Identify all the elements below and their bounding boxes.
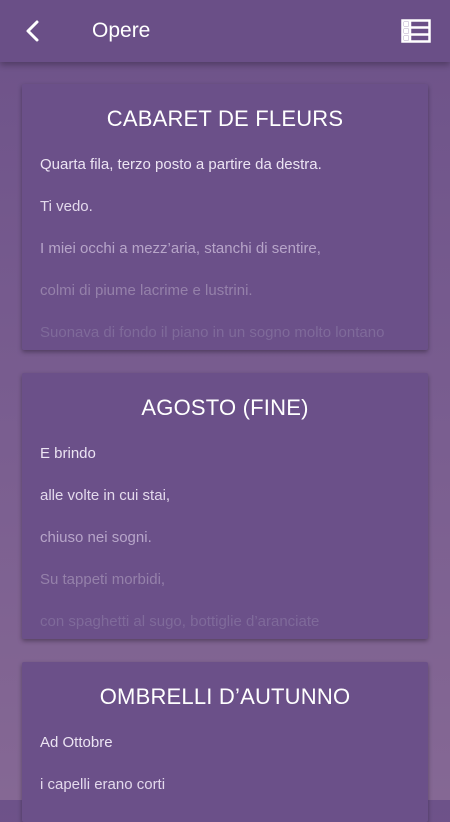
poem-card[interactable]: CABARET DE FLEURS Quarta fila, terzo pos… — [22, 84, 428, 350]
poem-line: colmi di piume lacrime e lustrini. — [40, 282, 253, 299]
page-title: Opere — [92, 19, 151, 42]
chevron-left-icon — [26, 20, 39, 42]
poem-line: Ad Ottobre — [40, 734, 113, 751]
poem-title: OMBRELLI D’AUTUNNO — [99, 684, 351, 709]
list-view-button[interactable] — [398, 14, 434, 48]
poem-title: AGOSTO (FINE) — [141, 395, 309, 420]
poem-line: Quarta fila, terzo posto a partire da de… — [40, 156, 322, 173]
poem-card[interactable]: AGOSTO (FINE) E brindo alle volte in cui… — [22, 373, 428, 639]
poem-line: chiuso nei sogni. — [40, 529, 152, 546]
back-button[interactable] — [16, 13, 50, 49]
list-view-icon — [401, 19, 431, 43]
poem-line: E brindo — [40, 445, 96, 462]
poem-line: Ti vedo. — [40, 198, 93, 215]
poem-line: I miei occhi a mezz’aria, stanchi di sen… — [40, 240, 321, 257]
poem-line: Su tappeti morbidi, — [40, 571, 166, 588]
poem-line: Suonava di fondo il piano in un sogno mo… — [40, 324, 385, 341]
app-bar: Opere — [0, 0, 450, 62]
poem-title: CABARET DE FLEURS — [106, 106, 344, 131]
poem-line: con spaghetti al sugo, bottiglie d’aranc… — [40, 613, 320, 630]
poem-line: alle volte in cui stai, — [40, 487, 171, 504]
poem-line: i capelli erano corti — [40, 776, 166, 793]
poem-card[interactable]: OMBRELLI D’AUTUNNO Ad Ottobre i capelli … — [22, 662, 428, 822]
